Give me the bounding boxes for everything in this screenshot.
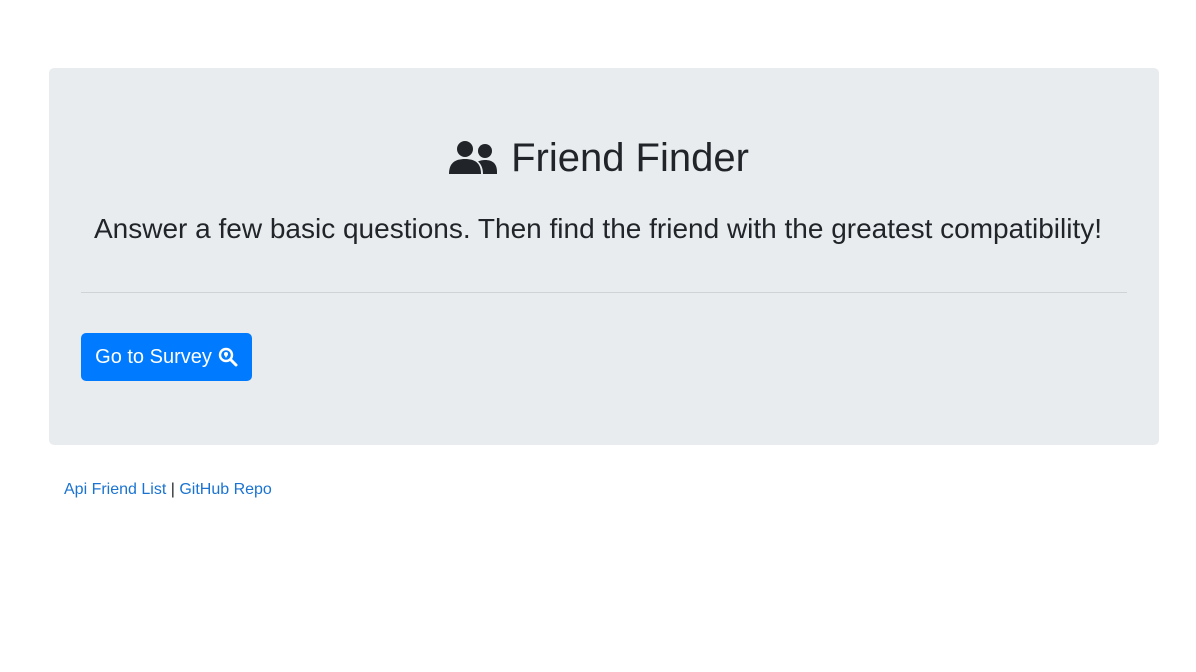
jumbotron	[49, 68, 1159, 445]
divider	[81, 292, 1127, 293]
footer-links: Api Friend List | GitHub Repo	[64, 479, 272, 501]
api-friend-list-link[interactable]: Api Friend List	[64, 481, 166, 498]
lead-text: Answer a few basic questions. Then find …	[93, 213, 1102, 244]
user-friends-icon	[447, 140, 499, 176]
search-location-icon	[218, 347, 238, 367]
link-separator: |	[170, 481, 175, 498]
page-title: Friend Finder	[0, 130, 1196, 186]
go-to-survey-button[interactable]: Go to Survey	[81, 333, 252, 381]
github-repo-link[interactable]: GitHub Repo	[179, 481, 272, 498]
button-label: Go to Survey	[95, 345, 212, 368]
title-text: Friend Finder	[511, 136, 749, 180]
